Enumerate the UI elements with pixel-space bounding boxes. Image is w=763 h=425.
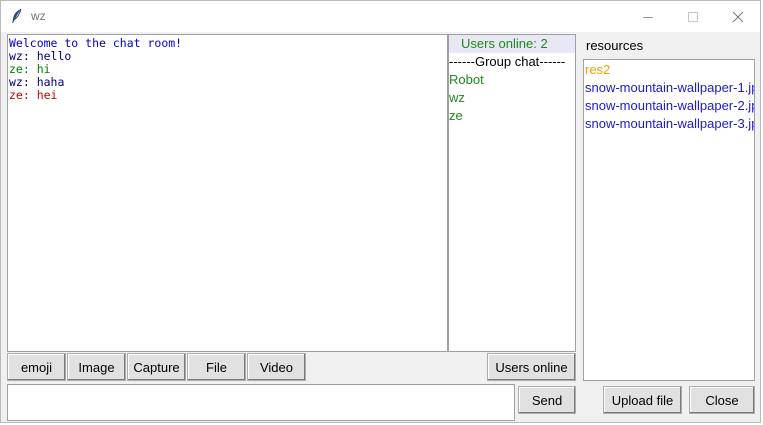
- resources-label: resources: [586, 38, 644, 53]
- chat-message: wz: haha: [9, 75, 65, 89]
- chat-message: ze: hei: [9, 88, 58, 102]
- chat-message: ze: hi: [9, 62, 51, 76]
- user-item-robot[interactable]: Robot: [449, 71, 575, 89]
- user-item-group-chat[interactable]: ------Group chat------: [449, 53, 575, 71]
- emoji-button[interactable]: emoji: [7, 353, 66, 381]
- title-bar: wz: [1, 1, 760, 32]
- users-online-button[interactable]: Users online: [487, 353, 576, 381]
- video-button[interactable]: Video: [247, 353, 306, 381]
- users-online-count: Users online: 2: [449, 35, 575, 53]
- maximize-icon: [688, 12, 698, 22]
- minimize-icon: [643, 17, 653, 18]
- upload-file-button[interactable]: Upload file: [603, 386, 682, 414]
- image-button[interactable]: Image: [67, 353, 126, 381]
- resource-item[interactable]: snow-mountain-wallpaper-1.jpg: [584, 79, 754, 97]
- resources-list[interactable]: res2 snow-mountain-wallpaper-1.jpg snow-…: [583, 59, 755, 381]
- resource-item[interactable]: snow-mountain-wallpaper-3.jpg: [584, 115, 754, 133]
- chat-window: wz Welcome to the chat room! wz: hello z…: [0, 0, 761, 423]
- send-button[interactable]: Send: [518, 386, 576, 414]
- user-item-ze[interactable]: ze: [449, 107, 575, 125]
- resource-item[interactable]: snow-mountain-wallpaper-2.jpg: [584, 97, 754, 115]
- close-icon: [732, 11, 744, 23]
- minimize-button[interactable]: [625, 1, 671, 32]
- users-list[interactable]: Users online: 2 ------Group chat------ R…: [448, 34, 576, 352]
- window-title: wz: [31, 9, 46, 23]
- message-input[interactable]: [7, 384, 515, 421]
- file-button[interactable]: File: [187, 353, 246, 381]
- close-button[interactable]: Close: [689, 386, 755, 414]
- chat-message: wz: hello: [9, 49, 72, 63]
- feather-icon: [12, 8, 22, 23]
- capture-button[interactable]: Capture: [127, 353, 186, 381]
- maximize-button[interactable]: [670, 1, 716, 32]
- chat-message: Welcome to the chat room!: [9, 36, 183, 50]
- chat-log[interactable]: Welcome to the chat room! wz: hello ze: …: [7, 34, 448, 352]
- user-item-wz[interactable]: wz: [449, 89, 575, 107]
- close-window-button[interactable]: [715, 1, 761, 32]
- resource-item[interactable]: res2: [584, 61, 754, 79]
